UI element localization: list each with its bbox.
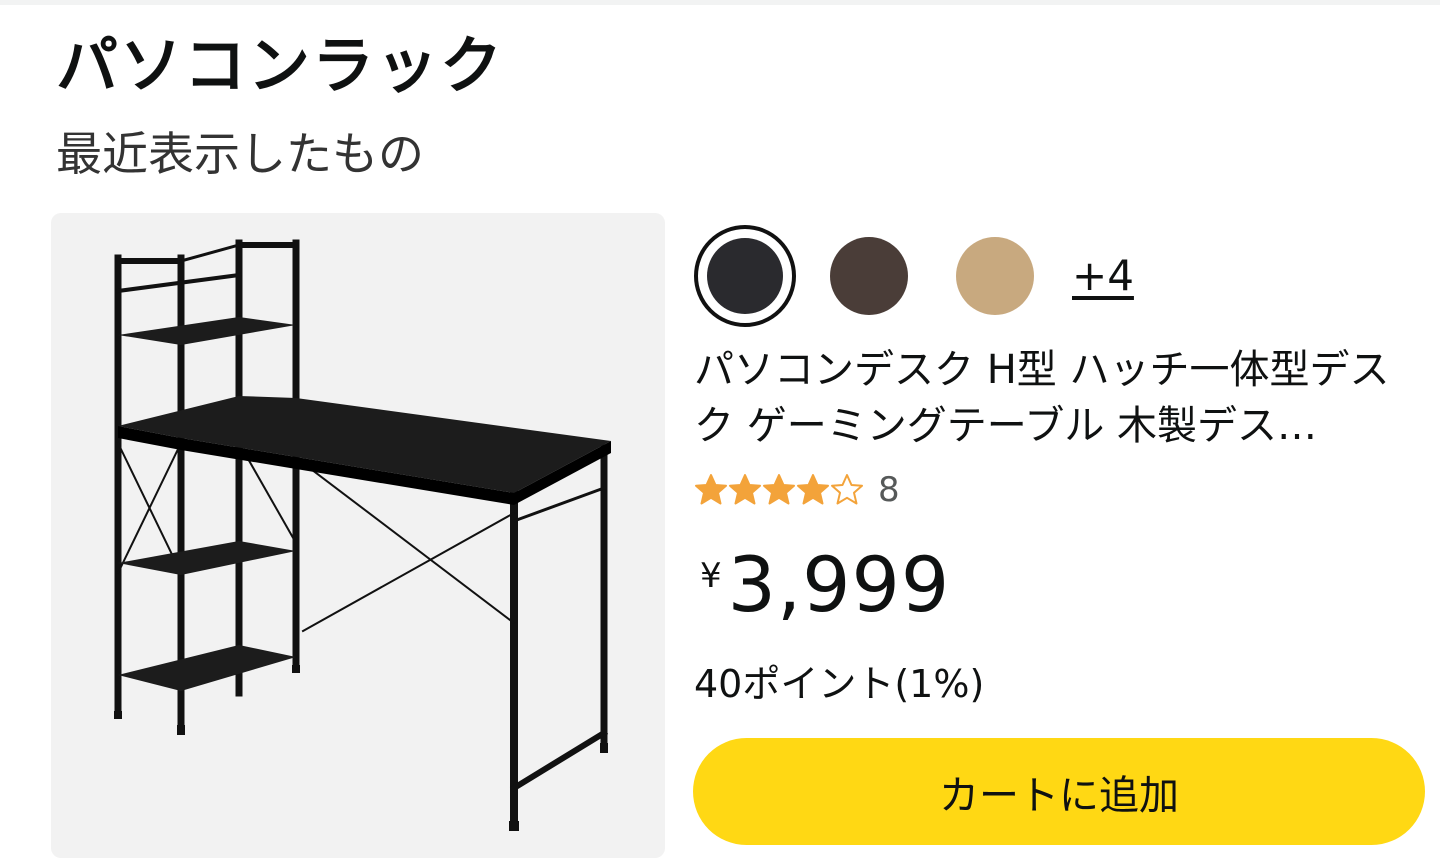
star-filled-icon <box>797 474 829 505</box>
swatch-black[interactable] <box>694 225 796 327</box>
star-rating <box>694 473 864 507</box>
product-title[interactable]: パソコンデスク H型 ハッチ一体型デスク ゲーミングテーブル 木製デス… <box>694 342 1420 454</box>
add-to-cart-button[interactable]: カートに追加 <box>693 738 1425 845</box>
product-image[interactable] <box>51 213 665 858</box>
star-filled-icon <box>729 474 761 505</box>
price-currency: ¥ <box>700 556 722 596</box>
swatch-natural[interactable] <box>956 237 1034 315</box>
swatch-brown[interactable] <box>830 237 908 315</box>
star-filled-icon <box>763 474 795 505</box>
price-amount: 3,999 <box>727 540 951 629</box>
more-colors-link[interactable]: +4 <box>1072 251 1134 301</box>
desk-illustration <box>114 239 611 831</box>
star-filled-icon <box>695 474 727 505</box>
top-divider <box>0 0 1440 5</box>
points-info: 40ポイント(1%) <box>694 662 985 706</box>
rating[interactable]: 8 <box>694 468 900 512</box>
price: ¥ 3,999 <box>700 540 950 630</box>
page-title: パソコンラック <box>56 29 505 102</box>
color-swatches: +4 <box>694 225 1134 327</box>
page: パソコンラック 最近表示したもの +4 パソコンデスク H型 ハッチ一体型デスク… <box>0 0 1440 868</box>
section-subtitle: 最近表示したもの <box>56 127 424 181</box>
star-empty-icon <box>831 474 863 505</box>
rating-count: 8 <box>878 470 900 510</box>
